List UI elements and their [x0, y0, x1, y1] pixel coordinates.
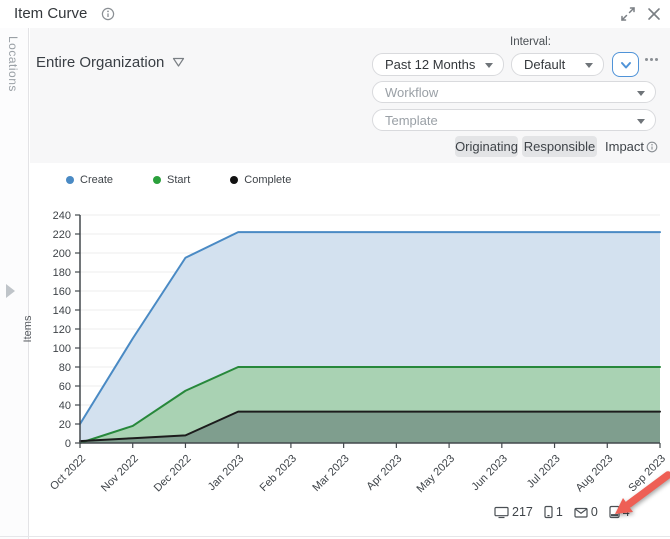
svg-text:Jul 2023: Jul 2023: [525, 453, 563, 491]
responsible-button[interactable]: Responsible: [522, 136, 597, 157]
legend-item-create[interactable]: Create: [66, 174, 113, 186]
info-icon[interactable]: [101, 7, 115, 21]
svg-text:240: 240: [53, 210, 71, 222]
svg-text:100: 100: [53, 343, 71, 355]
workflow-select[interactable]: Workflow: [372, 81, 656, 103]
template-placeholder: Template: [385, 112, 438, 128]
originating-button[interactable]: Originating: [455, 136, 518, 157]
time-range-value: Past 12 Months: [385, 57, 476, 72]
item-curve-chart: 0 20 40 60 80 100 120 140 160 180 200 220 240 Oct 202…: [22, 210, 668, 496]
scope-label: Entire Organization: [36, 54, 165, 71]
legend-label: Start: [167, 174, 191, 186]
funnel-icon: [173, 57, 185, 67]
stat-value: 0: [590, 505, 598, 519]
phone-icon: [544, 505, 553, 519]
chevron-down-icon: [585, 63, 593, 68]
svg-text:160: 160: [53, 286, 71, 298]
info-icon[interactable]: [646, 140, 658, 153]
chevron-down-icon: [620, 61, 631, 68]
arrow-shaft: [625, 471, 670, 508]
interval-value: Default: [524, 57, 566, 72]
chevron-down-icon: [485, 63, 493, 68]
more-options-icon[interactable]: [645, 58, 658, 61]
svg-text:140: 140: [53, 305, 71, 317]
interval-caption: Interval:: [510, 36, 551, 48]
legend-item-start[interactable]: Start: [153, 174, 190, 186]
stat-email: 0: [574, 505, 598, 519]
interval-select[interactable]: Default: [511, 53, 604, 76]
impact-button[interactable]: Impact: [605, 139, 644, 154]
template-select[interactable]: Template: [372, 109, 656, 131]
time-range-select[interactable]: Past 12 Months: [372, 53, 504, 76]
stat-value: 217: [512, 505, 533, 519]
svg-text:Items: Items: [22, 315, 34, 342]
workflow-placeholder: Workflow: [385, 84, 439, 100]
legend-dot: [230, 176, 239, 184]
stat-value: 1: [555, 505, 563, 519]
legend-label: Create: [80, 174, 114, 186]
svg-text:60: 60: [59, 381, 71, 393]
legend-dot: [66, 176, 74, 184]
svg-text:Mar 2023: Mar 2023: [310, 453, 351, 494]
mode-row: Originating Responsible Impact: [30, 136, 670, 160]
svg-text:220: 220: [53, 229, 71, 241]
titlebar: Item Curve: [0, 0, 670, 28]
desktop-icon: [494, 506, 509, 519]
legend-label: Complete: [244, 174, 292, 186]
svg-text:Nov 2022: Nov 2022: [99, 453, 141, 495]
svg-text:Dec 2022: Dec 2022: [152, 453, 194, 495]
svg-text:80: 80: [59, 362, 71, 374]
page-title: Item Curve: [14, 5, 88, 22]
filter-panel: Entire Organization Interval: Past 12 Mo…: [30, 28, 670, 163]
chevron-down-icon: [637, 91, 645, 96]
svg-text:Jan 2023: Jan 2023: [206, 453, 246, 493]
svg-text:Jun 2023: Jun 2023: [469, 453, 509, 493]
chart-legend: Create Start Complete: [66, 174, 291, 186]
svg-text:Oct 2022: Oct 2022: [48, 453, 88, 493]
svg-text:Apr 2023: Apr 2023: [364, 453, 404, 493]
locations-panel-label: Locations: [6, 36, 20, 92]
annotation-arrow: [615, 471, 670, 514]
chevron-down-icon: [637, 119, 645, 124]
stat-desktop: 217: [494, 505, 533, 519]
legend-item-complete[interactable]: Complete: [230, 174, 291, 186]
close-icon[interactable]: [646, 6, 662, 22]
scope-filter[interactable]: Entire Organization: [36, 54, 185, 71]
item-curve-widget: Item Curve Locations Entire Organization: [0, 0, 670, 539]
svg-text:40: 40: [59, 400, 71, 412]
svg-text:May 2023: May 2023: [415, 453, 458, 496]
svg-text:180: 180: [53, 267, 71, 279]
svg-text:120: 120: [53, 324, 71, 336]
panel-expand-arrow-icon[interactable]: [6, 284, 15, 298]
stat-phone: 1: [544, 505, 563, 519]
expand-icon[interactable]: [620, 6, 636, 22]
svg-text:20: 20: [59, 419, 71, 431]
svg-text:Feb 2023: Feb 2023: [258, 453, 299, 494]
chart-region: Create Start Complete 0 20 40 60 80 100 120 140…: [22, 163, 670, 537]
widget-bottom-border: [0, 536, 670, 537]
envelope-icon: [574, 507, 588, 518]
svg-text:200: 200: [53, 248, 71, 260]
legend-dot: [153, 176, 162, 184]
svg-text:0: 0: [65, 438, 71, 450]
collapse-filters-button[interactable]: [612, 52, 639, 77]
